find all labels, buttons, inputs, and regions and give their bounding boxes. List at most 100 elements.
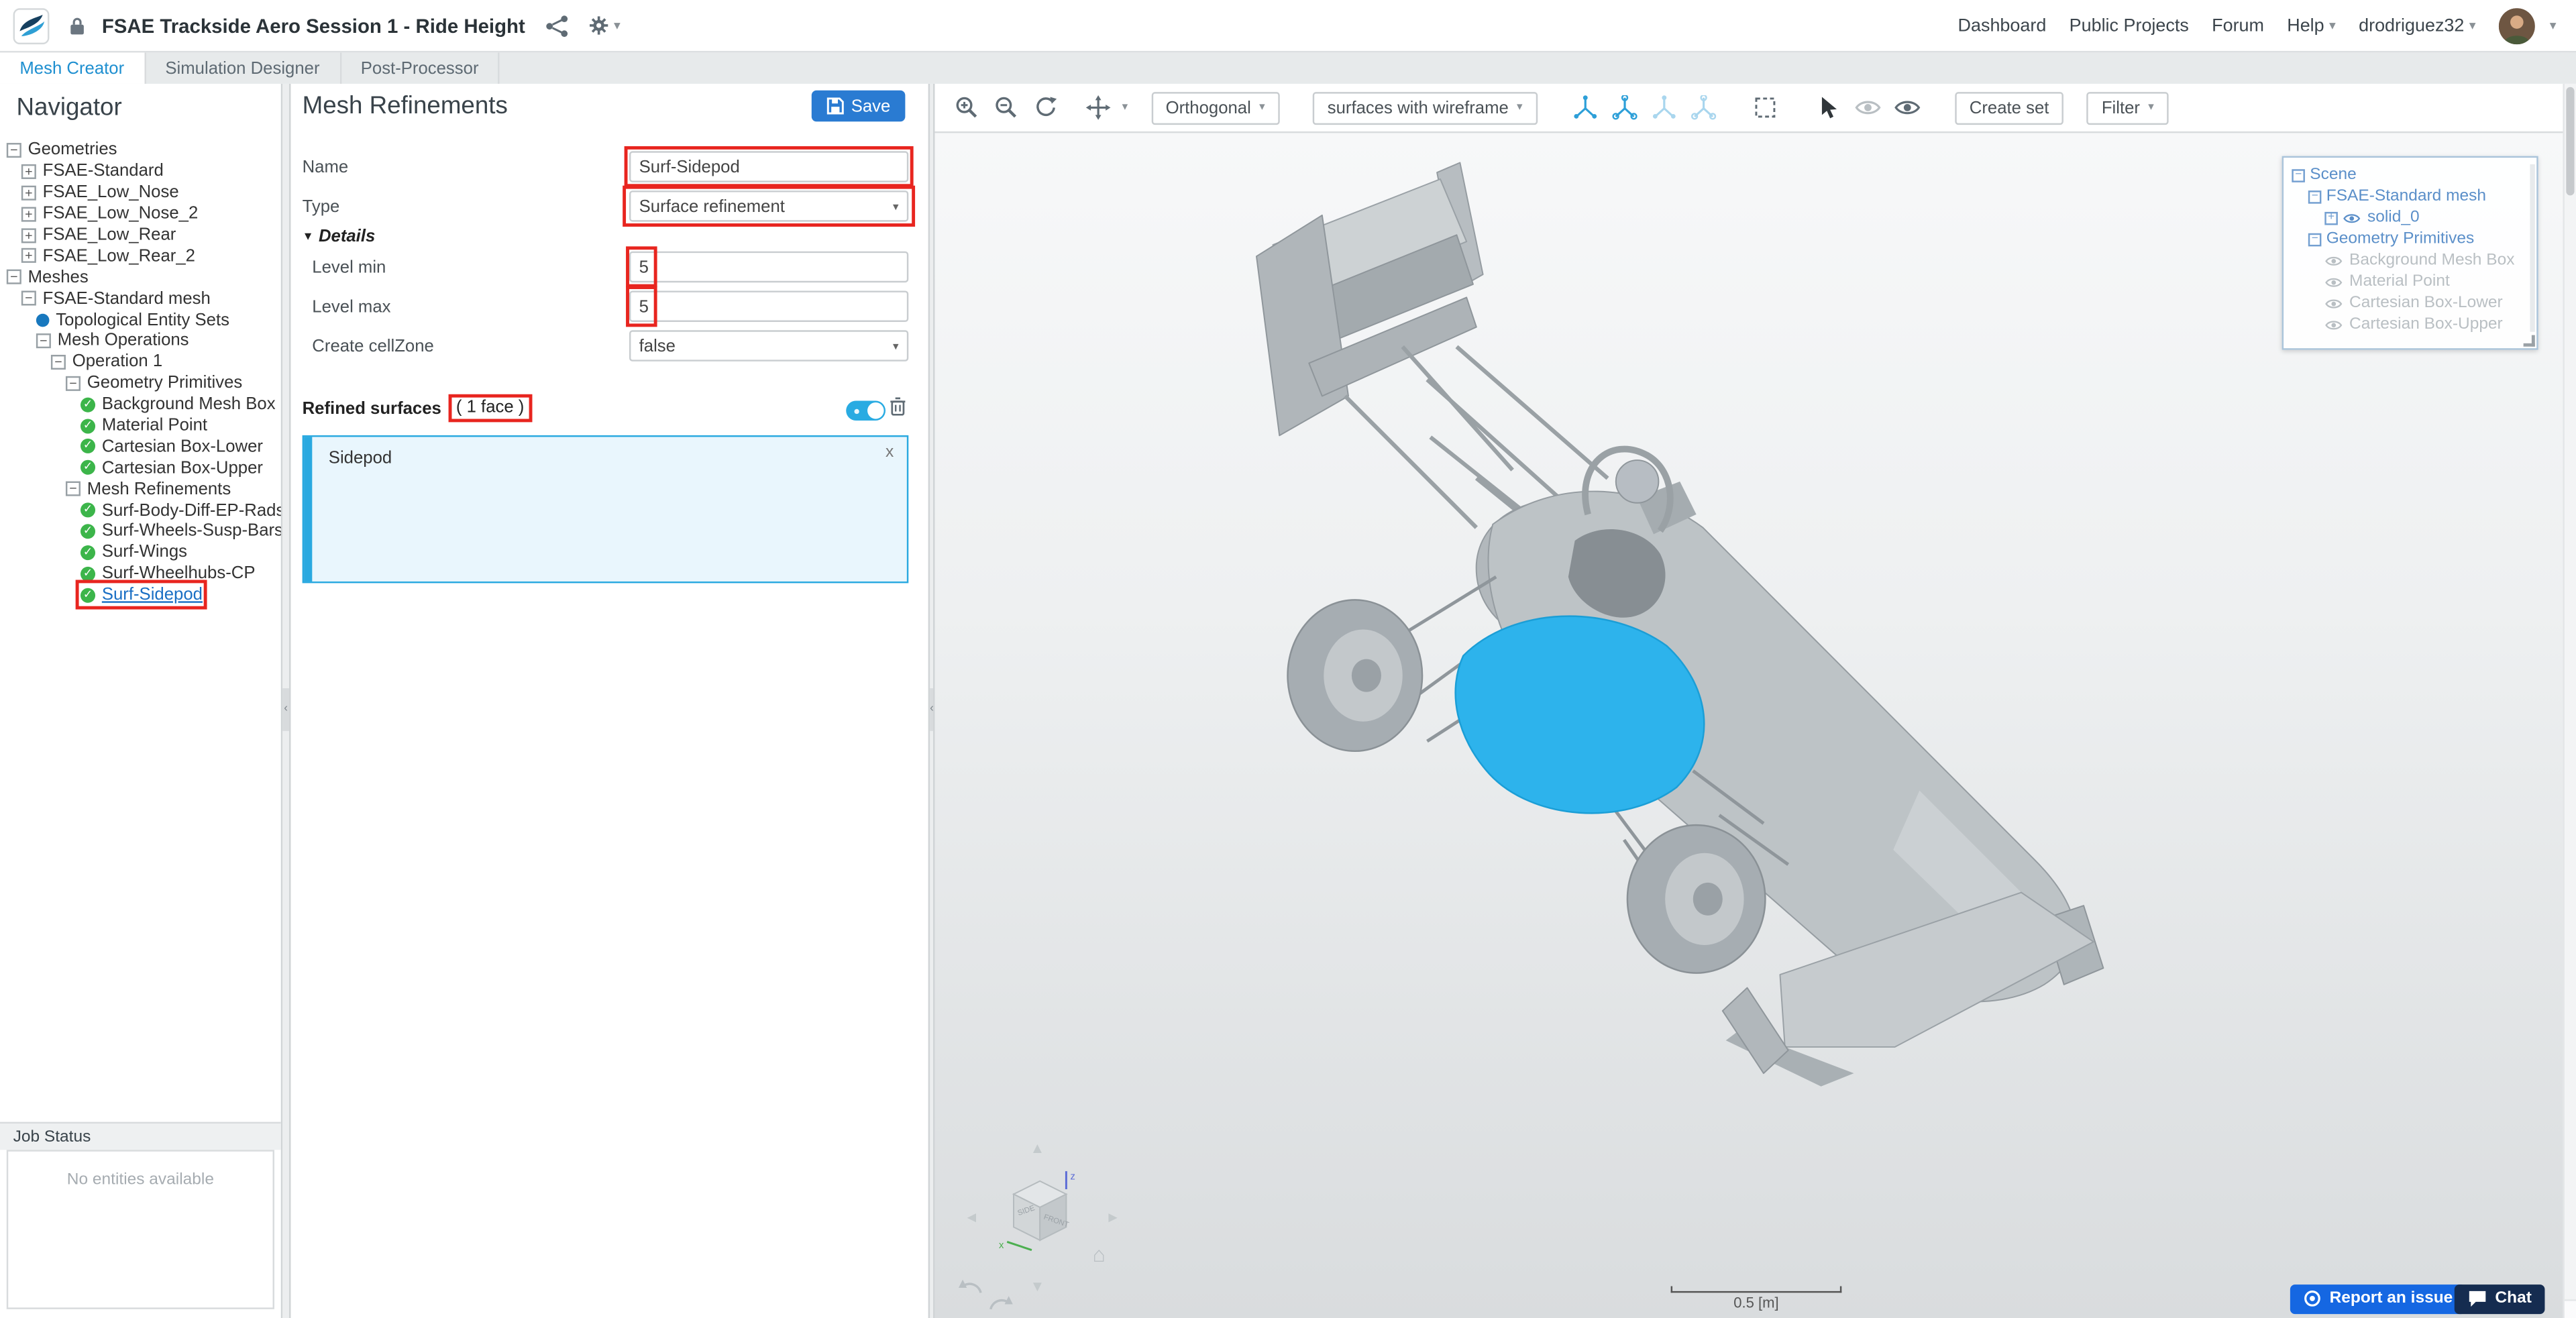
report-issue-button[interactable]: Report an issue: [2290, 1283, 2466, 1313]
tree-item-surf-wheels-susp-bars[interactable]: ✓ Surf-Wheels-Susp-Bars: [0, 520, 281, 542]
axes-triad-light-points-icon[interactable]: [1688, 93, 1718, 122]
scene-tree-scrollbar[interactable]: [2530, 164, 2535, 332]
header-link-drodriguez32[interactable]: drodriguez32 ▾: [2359, 15, 2475, 35]
tree-item-fsae-standard-mesh[interactable]: − FSAE-Standard mesh: [0, 288, 281, 309]
header-link-forum[interactable]: Forum: [2212, 15, 2264, 35]
create-set-button[interactable]: Create set: [1954, 91, 2064, 124]
header-link-help[interactable]: Help ▾: [2287, 15, 2336, 35]
trash-icon[interactable]: [889, 394, 907, 424]
details-section-header[interactable]: ▼ Details: [303, 227, 376, 246]
settings-gear-icon[interactable]: ▾: [588, 15, 621, 36]
refined-surfaces-selection-box[interactable]: Sidepod x: [302, 435, 909, 584]
expand-toggle-icon[interactable]: +: [21, 206, 36, 221]
tab-post-processor[interactable]: Post-Processor: [341, 52, 500, 84]
scene-item-solid-0[interactable]: + solid_0: [2288, 207, 2531, 229]
rotate-right-arrow-icon[interactable]: ►: [1106, 1210, 1120, 1225]
expand-toggle-icon[interactable]: +: [21, 248, 36, 264]
scene-item-background-mesh-box[interactable]: Background Mesh Box: [2288, 250, 2531, 271]
tree-item-cartesian-box-lower[interactable]: ✓ Cartesian Box-Lower: [0, 436, 281, 457]
axes-triad-points-icon[interactable]: [1609, 93, 1639, 122]
pan-move-icon[interactable]: [1083, 93, 1112, 122]
tree-item-fsae-low-nose[interactable]: + FSAE_Low_Nose: [0, 182, 281, 203]
tree-item-fsae-low-rear-2[interactable]: + FSAE_Low_Rear_2: [0, 245, 281, 267]
tree-item-fsae-low-rear[interactable]: + FSAE_Low_Rear: [0, 224, 281, 245]
name-input[interactable]: [629, 151, 909, 182]
rotate-up-arrow-icon[interactable]: ▲: [1030, 1141, 1045, 1156]
tree-item-operation-1[interactable]: − Operation 1: [0, 351, 281, 373]
tree-item-topological-entity-sets[interactable]: Topological Entity Sets: [0, 309, 281, 331]
eye-icon[interactable]: [2324, 296, 2344, 310]
tree-item-surf-body-diff-ep-radsup-d[interactable]: ✓ Surf-Body-Diff-EP-Radsup-D...: [0, 500, 281, 521]
selection-toggle[interactable]: [846, 400, 886, 421]
tab-mesh-creator[interactable]: Mesh Creator: [0, 52, 146, 84]
chat-button[interactable]: Chat: [2454, 1283, 2545, 1313]
navigator-splitter[interactable]: ‹: [282, 83, 291, 1318]
scene-item-material-point[interactable]: Material Point: [2288, 271, 2531, 292]
collapse-toggle-icon[interactable]: −: [2292, 168, 2305, 182]
projection-dropdown[interactable]: Orthogonal ▾: [1150, 91, 1280, 124]
scene-item-cartesian-box-upper[interactable]: Cartesian Box-Upper: [2288, 314, 2531, 335]
collapse-toggle-icon[interactable]: −: [2308, 189, 2322, 203]
tab-simulation-designer[interactable]: Simulation Designer: [146, 52, 341, 84]
tree-item-cartesian-box-upper[interactable]: ✓ Cartesian Box-Upper: [0, 457, 281, 479]
scrollbar-thumb[interactable]: [2566, 87, 2575, 196]
collapse-toggle-icon[interactable]: −: [65, 482, 81, 497]
scene-item-fsae-standard-mesh[interactable]: − FSAE-Standard mesh: [2288, 186, 2531, 207]
collapse-toggle-icon[interactable]: −: [65, 376, 81, 391]
caret-down-icon[interactable]: ▾: [2550, 18, 2557, 32]
collapse-toggle-icon[interactable]: −: [50, 354, 66, 370]
scene-item-geometry-primitives[interactable]: − Geometry Primitives: [2288, 228, 2531, 250]
tree-item-geometries[interactable]: − Geometries: [0, 140, 281, 161]
collapse-toggle-icon[interactable]: −: [2308, 232, 2322, 246]
level-max-input[interactable]: [629, 290, 909, 323]
render-mode-dropdown[interactable]: surfaces with wireframe ▾: [1312, 91, 1538, 124]
user-avatar[interactable]: [2498, 7, 2535, 44]
reset-view-icon[interactable]: [1030, 93, 1060, 122]
header-link-public-projects[interactable]: Public Projects: [2070, 15, 2189, 35]
collapse-toggle-icon[interactable]: −: [21, 290, 36, 306]
remove-selection-button[interactable]: x: [885, 443, 894, 461]
tree-item-meshes[interactable]: − Meshes: [0, 267, 281, 288]
box-select-icon[interactable]: [1751, 93, 1780, 122]
type-select[interactable]: Surface refinement ▾: [629, 190, 909, 222]
tree-item-surf-sidepod[interactable]: ✓ Surf-Sidepod: [0, 580, 281, 610]
cursor-select-icon[interactable]: [1813, 93, 1843, 122]
rotate-down-arrow-icon[interactable]: ▼: [1030, 1279, 1045, 1295]
rotate-ccw-icon[interactable]: [958, 1276, 984, 1308]
create-cellzone-select[interactable]: false ▾: [629, 330, 909, 362]
collapse-toggle-icon[interactable]: −: [36, 333, 51, 349]
expand-toggle-icon[interactable]: +: [21, 185, 36, 201]
editor-splitter[interactable]: ‹: [928, 83, 935, 1318]
rotate-left-arrow-icon[interactable]: ◄: [965, 1210, 979, 1225]
filter-dropdown[interactable]: Filter ▾: [2086, 91, 2169, 124]
job-status-header[interactable]: Job Status: [0, 1121, 281, 1150]
expand-toggle-icon[interactable]: +: [21, 227, 36, 243]
share-icon[interactable]: [545, 14, 568, 37]
axes-triad-icon[interactable]: [1570, 93, 1600, 122]
eye-icon[interactable]: [2324, 275, 2344, 288]
scene-tree-resize-handle[interactable]: [2523, 335, 2535, 347]
collapse-panel-handle[interactable]: ‹: [282, 688, 290, 731]
tree-item-mesh-operations[interactable]: − Mesh Operations: [0, 330, 281, 351]
expand-toggle-icon[interactable]: +: [2324, 211, 2338, 225]
orientation-cube-icon[interactable]: z SIDE FRONT x: [994, 1164, 1086, 1264]
tree-item-surf-wings[interactable]: ✓ Surf-Wings: [0, 542, 281, 563]
tree-item-surf-wheelhubs-cp[interactable]: ✓ Surf-Wheelhubs-CP: [0, 563, 281, 585]
save-button[interactable]: Save: [811, 90, 906, 122]
page-scrollbar[interactable]: [2563, 83, 2576, 1318]
home-view-icon[interactable]: ⌂: [1093, 1244, 1106, 1265]
collapse-toggle-icon[interactable]: −: [6, 270, 21, 285]
collapse-toggle-icon[interactable]: −: [6, 142, 21, 158]
level-min-input[interactable]: [629, 251, 909, 283]
tree-item-fsae-standard[interactable]: + FSAE-Standard: [0, 161, 281, 182]
eye-icon[interactable]: [2324, 318, 2344, 331]
app-logo-icon[interactable]: [13, 7, 50, 44]
tree-item-mesh-refinements[interactable]: − Mesh Refinements: [0, 478, 281, 500]
zoom-out-icon[interactable]: [991, 93, 1020, 122]
selected-sidepod-face[interactable]: [1454, 615, 1705, 814]
header-link-dashboard[interactable]: Dashboard: [1958, 15, 2047, 35]
axes-triad-light-icon[interactable]: [1649, 93, 1678, 122]
eye-icon[interactable]: [2343, 211, 2362, 225]
tree-item-background-mesh-box[interactable]: ✓ Background Mesh Box: [0, 394, 281, 415]
collapse-editor-handle[interactable]: ‹: [930, 688, 934, 731]
